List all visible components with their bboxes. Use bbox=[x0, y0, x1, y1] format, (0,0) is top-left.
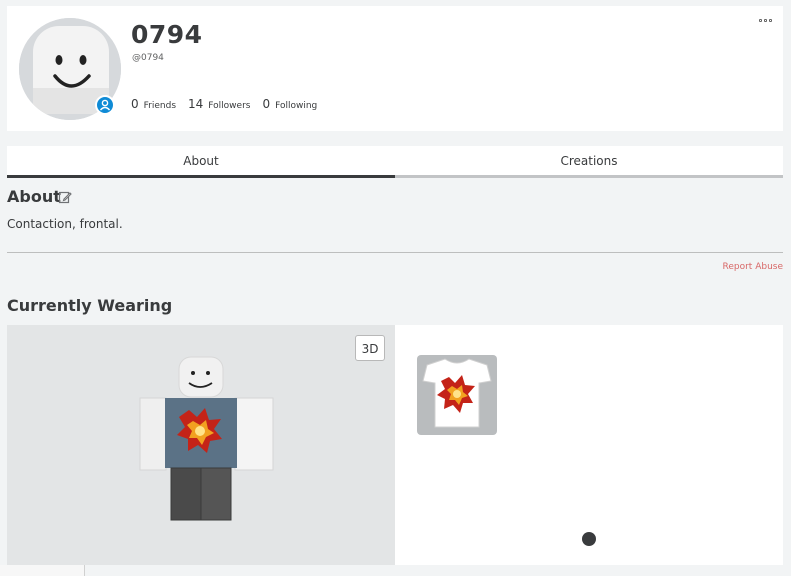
avatar-figure-icon bbox=[139, 356, 274, 521]
following-label: Following bbox=[275, 101, 318, 111]
toggle-3d-button[interactable]: 3D bbox=[355, 335, 385, 361]
report-abuse-link[interactable]: Report Abuse bbox=[723, 262, 784, 272]
about-description: Contaction, frontal. bbox=[7, 217, 123, 231]
friends-count: 0 bbox=[131, 97, 139, 111]
edit-icon[interactable] bbox=[58, 190, 72, 204]
profile-header: 0794 @0794 0 Friends 14 Followers 0 Foll… bbox=[7, 6, 783, 131]
footer-tab-stub bbox=[0, 565, 85, 576]
explosion-tshirt-icon bbox=[422, 358, 492, 428]
wearing-item-tshirt[interactable] bbox=[417, 355, 497, 435]
followers-count: 14 bbox=[188, 97, 204, 111]
friends-label: Friends bbox=[143, 101, 177, 111]
tab-creations[interactable]: Creations bbox=[395, 146, 783, 178]
profile-stats: 0 Friends 14 Followers 0 Following bbox=[131, 97, 317, 111]
friends-stat[interactable]: 0 Friends bbox=[131, 97, 176, 111]
profile-handle: @0794 bbox=[132, 53, 164, 63]
followers-stat[interactable]: 14 Followers bbox=[188, 97, 250, 111]
avatar-viewer[interactable]: 3D bbox=[7, 325, 395, 565]
carousel-dot[interactable] bbox=[582, 532, 596, 546]
currently-wearing-heading: Currently Wearing bbox=[7, 296, 173, 315]
following-count: 0 bbox=[262, 97, 271, 111]
section-divider bbox=[7, 252, 783, 253]
more-options-icon[interactable] bbox=[759, 19, 773, 25]
about-heading: About bbox=[7, 187, 61, 206]
online-status-icon bbox=[95, 95, 115, 115]
wearing-items-panel bbox=[395, 325, 783, 565]
profile-display-name: 0794 bbox=[131, 20, 203, 49]
tab-about[interactable]: About bbox=[7, 146, 395, 178]
following-stat[interactable]: 0 Following bbox=[262, 97, 317, 111]
followers-label: Followers bbox=[208, 101, 251, 111]
profile-tabs: About Creations bbox=[7, 146, 783, 178]
